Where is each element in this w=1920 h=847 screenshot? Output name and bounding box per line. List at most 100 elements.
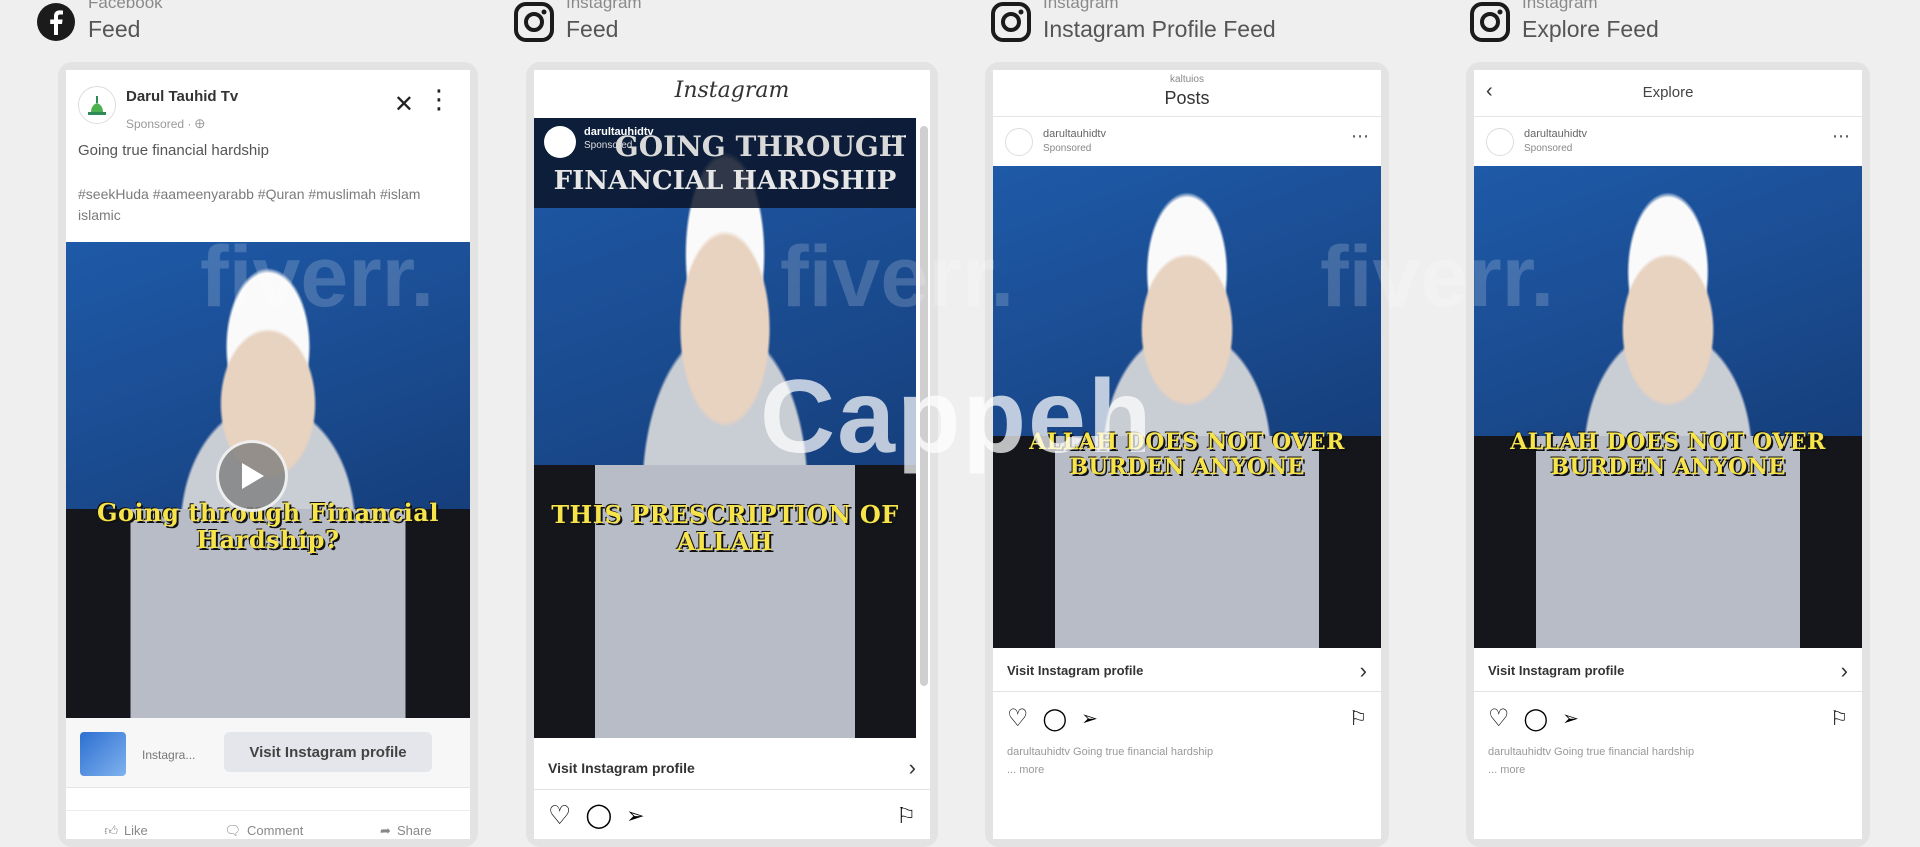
cta-row[interactable]: Visit Instagram profile › xyxy=(534,746,930,790)
video-thumbnail[interactable]: Going through Financial Hardship? xyxy=(66,242,470,718)
share-label: Share xyxy=(396,823,432,838)
column-instagram-profile-feed: Instagram Instagram Profile Feed kaltuio… xyxy=(953,0,1393,847)
post-actions: ♡ ◯ ➢ ⚐ xyxy=(1488,704,1848,733)
heart-icon[interactable]: ♡ xyxy=(1007,704,1029,733)
thumbs-up-icon: 👍︎ xyxy=(104,822,118,838)
title-line-1: GOING THROUGH xyxy=(614,130,906,163)
post-caption: darultauhidtv Going true financial hards… xyxy=(1488,746,1695,758)
comment-icon[interactable]: ◯ xyxy=(1524,706,1549,732)
reactions-bar: 👍︎ Like 🗨︎ Comment ➦ Share xyxy=(66,810,470,839)
post-hashtags[interactable]: #seekHuda #aameenyarabb #Quran #muslimah… xyxy=(78,184,428,226)
video-thumbnail[interactable]: darultauhidtv Sponsored ⋯ GOING THROUGH … xyxy=(534,118,916,738)
post-actions: ♡ ◯ ➢ ⚐ xyxy=(1007,704,1367,733)
share-icon[interactable]: ➢ xyxy=(1081,706,1098,731)
heart-icon[interactable]: ♡ xyxy=(1488,704,1510,733)
visit-instagram-profile-link[interactable]: Visit Instagram profile xyxy=(548,760,695,776)
cta-row: Instagra... Visit Instagram profile xyxy=(66,718,470,788)
sponsored-label: Sponsored xyxy=(1524,143,1573,154)
platform-label: Instagram xyxy=(1043,0,1119,12)
sponsored-label: Sponsored · xyxy=(126,117,195,131)
placement-label: Feed xyxy=(566,16,619,42)
video-caption: ALLAH DOES NOT OVER BURDEN ANYONE xyxy=(1029,429,1345,480)
visit-instagram-profile-link[interactable]: Visit Instagram profile xyxy=(1007,663,1143,678)
avatar[interactable] xyxy=(1005,128,1033,156)
placement-label: Feed xyxy=(88,16,141,42)
chevron-right-icon: › xyxy=(1359,657,1367,683)
instagram-profile-post: kaltuios Posts darultauhidtv Sponsored ⋯… xyxy=(993,70,1381,839)
posts-header: Posts xyxy=(1164,88,1210,108)
handle[interactable]: darultauhidtv xyxy=(1524,128,1587,140)
column-header: Instagram Explore Feed xyxy=(1470,0,1659,54)
chevron-right-icon: › xyxy=(908,754,916,780)
comment-icon[interactable]: ◯ xyxy=(585,801,612,830)
globe-icon: 🜨 xyxy=(194,117,205,131)
instagram-icon xyxy=(1470,2,1510,42)
more-options-icon[interactable]: ⋯ xyxy=(1351,126,1369,147)
instagram-logo: Instagram xyxy=(674,78,790,103)
facebook-post: Darul Tauhid Tv Sponsored · 🜨 ✕ ⋮ Going … xyxy=(66,70,470,839)
cta-thumbnail xyxy=(80,732,126,776)
ad-placements-preview: Facebook Feed Darul Tauhid Tv Sponsored … xyxy=(0,0,1920,847)
comment-label: Comment xyxy=(247,823,304,838)
chevron-right-icon: › xyxy=(1840,657,1848,683)
post-actions: ♡ ◯ ➢ ⚐ xyxy=(548,800,916,831)
platform-label: Facebook xyxy=(88,0,163,12)
share-icon[interactable]: ➢ xyxy=(626,803,644,829)
like-label: Like xyxy=(123,823,148,838)
handle[interactable]: darultauhidtv xyxy=(1043,128,1106,140)
play-icon xyxy=(242,463,264,489)
more-options-icon[interactable]: ⋮ xyxy=(426,86,452,112)
bookmark-icon[interactable]: ⚐ xyxy=(1830,706,1848,731)
profile-username: kaltuios xyxy=(1170,74,1204,85)
scrollbar[interactable] xyxy=(920,126,928,686)
instagram-icon xyxy=(514,2,554,42)
explore-header: Explore xyxy=(1642,84,1694,101)
column-instagram-feed: Instagram Feed Instagram darultauhidtv S… xyxy=(476,0,938,847)
comment-button[interactable]: 🗨︎ Comment xyxy=(224,823,303,839)
title-line-2: FINANCIAL HARDSHIP xyxy=(553,166,897,196)
video-thumbnail[interactable]: ALLAH DOES NOT OVER BURDEN ANYONE xyxy=(1474,166,1862,648)
column-instagram-explore-feed: Instagram Explore Feed ‹ Explore darulta… xyxy=(1430,0,1870,847)
cta-row[interactable]: Visit Instagram profile › xyxy=(1474,650,1862,692)
placement-card: kaltuios Posts darultauhidtv Sponsored ⋯… xyxy=(985,62,1389,847)
post-caption: darultauhidtv Going true financial hards… xyxy=(1007,746,1214,758)
page-name[interactable]: Darul Tauhid Tv xyxy=(126,88,238,105)
cta-row[interactable]: Visit Instagram profile › xyxy=(993,650,1381,692)
column-header: Instagram Feed xyxy=(514,0,642,54)
video-caption: This prescription of Allah xyxy=(551,500,899,556)
platform-label: Instagram xyxy=(566,0,642,12)
like-button[interactable]: 👍︎ Like xyxy=(104,823,147,839)
facebook-icon xyxy=(37,3,75,41)
more-link[interactable]: ... more xyxy=(1488,764,1525,776)
instagram-explore-post: ‹ Explore darultauhidtv Sponsored ⋯ ALLA… xyxy=(1474,70,1862,839)
avatar[interactable] xyxy=(1486,128,1514,156)
placement-card: ‹ Explore darultauhidtv Sponsored ⋯ ALLA… xyxy=(1466,62,1870,847)
close-icon[interactable]: ✕ xyxy=(394,90,414,119)
heart-icon[interactable]: ♡ xyxy=(548,800,571,831)
video-thumbnail[interactable]: ALLAH DOES NOT OVER BURDEN ANYONE xyxy=(993,166,1381,648)
post-text: Going true financial hardship xyxy=(78,142,269,159)
platform-label: Instagram xyxy=(1522,0,1598,12)
bookmark-icon[interactable]: ⚐ xyxy=(1349,706,1367,731)
column-facebook-feed: Facebook Feed Darul Tauhid Tv Sponsored … xyxy=(0,0,478,847)
visit-instagram-profile-button[interactable]: Visit Instagram profile xyxy=(224,732,432,772)
sponsored-label: Sponsored xyxy=(1043,143,1092,154)
video-caption: ALLAH DOES NOT OVER BURDEN ANYONE xyxy=(1510,429,1826,480)
instagram-icon xyxy=(991,2,1031,42)
column-header: Facebook Feed xyxy=(36,0,163,54)
bookmark-icon[interactable]: ⚐ xyxy=(896,803,916,829)
play-button[interactable] xyxy=(216,440,288,512)
comment-bubble-icon: 🗨︎ xyxy=(224,822,241,838)
placement-label: Explore Feed xyxy=(1522,16,1659,42)
share-arrow-icon: ➦ xyxy=(380,822,391,838)
cta-small-text: Instagra... xyxy=(142,748,196,762)
title-banner: darultauhidtv Sponsored ⋯ GOING THROUGH … xyxy=(534,118,916,208)
more-options-icon[interactable]: ⋯ xyxy=(1832,126,1850,147)
more-link[interactable]: ... more xyxy=(1007,764,1044,776)
visit-instagram-profile-link[interactable]: Visit Instagram profile xyxy=(1488,663,1624,678)
share-button[interactable]: ➦ Share xyxy=(380,823,432,839)
instagram-feed-post: Instagram darultauhidtv Sponsored ⋯ GOIN… xyxy=(534,70,930,839)
page-avatar[interactable] xyxy=(78,86,116,124)
comment-icon[interactable]: ◯ xyxy=(1043,706,1068,732)
share-icon[interactable]: ➢ xyxy=(1562,706,1579,731)
